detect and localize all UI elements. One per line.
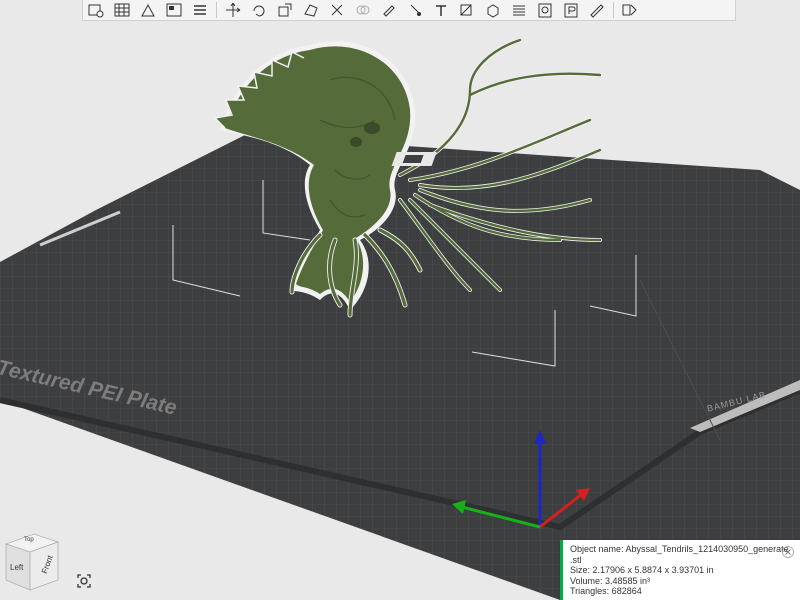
seam-paint-button[interactable] [404, 1, 426, 19]
lay-on-face-button[interactable] [300, 1, 322, 19]
object-o-icon [538, 3, 552, 18]
plate-p-button[interactable] [560, 1, 582, 19]
rotate-button[interactable] [248, 1, 270, 19]
orient-icon [141, 3, 155, 17]
plate-layout-button[interactable] [163, 1, 185, 19]
plate-p-icon [564, 3, 578, 18]
measure-button[interactable] [456, 1, 478, 19]
ruler-button[interactable] [586, 1, 608, 19]
rotate-icon [253, 5, 265, 17]
assembly-icon [487, 4, 499, 18]
object-triangles: Triangles: 682864 [570, 586, 642, 596]
focus-icon [77, 574, 91, 588]
text-button[interactable] [430, 1, 452, 19]
move-button[interactable] [222, 1, 244, 19]
object-o-button[interactable] [534, 1, 556, 19]
toolbar-separator [216, 2, 217, 18]
object-volume: Volume: 3.48585 in³ [570, 575, 651, 586]
assembly-button[interactable] [482, 1, 504, 19]
cut-button[interactable] [326, 1, 348, 19]
split-icon [622, 4, 637, 16]
variable-layer-icon [513, 5, 525, 16]
paint-support-button[interactable] [378, 1, 400, 19]
reset-view-button[interactable] [74, 571, 94, 591]
split-button[interactable] [619, 1, 641, 19]
cut-icon [331, 4, 343, 16]
cube-face-top[interactable]: Top [24, 537, 34, 543]
mesh-boolean-button[interactable] [352, 1, 374, 19]
seam-paint-icon [410, 4, 421, 16]
menu-lines-button[interactable] [189, 1, 211, 19]
scale-icon [278, 3, 292, 17]
add-plate-icon [88, 4, 104, 18]
move-icon [226, 2, 241, 17]
close-button[interactable] [780, 544, 796, 560]
object-size: Size: 2.17906 x 5.8874 x 3.93701 in [570, 565, 714, 575]
scale-button[interactable] [274, 1, 296, 19]
mesh-boolean-icon [356, 5, 370, 15]
add-plate-button[interactable] [85, 1, 107, 19]
build-plate [0, 135, 800, 600]
object-name-line1: Object name: Abyssal_Tendrils_1214030950… [570, 544, 789, 554]
toolbar-separator [613, 2, 614, 18]
menu-lines-icon [194, 5, 206, 15]
3d-viewport[interactable] [0, 0, 800, 600]
object-info-panel: Object name: Abyssal_Tendrils_1214030950… [560, 540, 800, 600]
grid-arrange-icon [114, 3, 130, 17]
cube-face-left[interactable]: Left [10, 563, 23, 572]
top-toolbar [82, 0, 736, 21]
view-cube[interactable]: Top Left Front [2, 530, 62, 594]
grid-arrange-button[interactable] [111, 1, 133, 19]
lay-on-face-icon [304, 4, 318, 17]
text-icon [436, 5, 446, 16]
close-icon [782, 546, 794, 558]
orient-button[interactable] [137, 1, 159, 19]
variable-layer-button[interactable] [508, 1, 530, 19]
bed-marker [391, 152, 437, 166]
paint-support-icon [383, 5, 395, 17]
object-name-line2: .stl [570, 554, 582, 565]
plate-layout-icon [166, 3, 182, 17]
measure-icon [460, 4, 472, 16]
ruler-icon [590, 4, 604, 18]
